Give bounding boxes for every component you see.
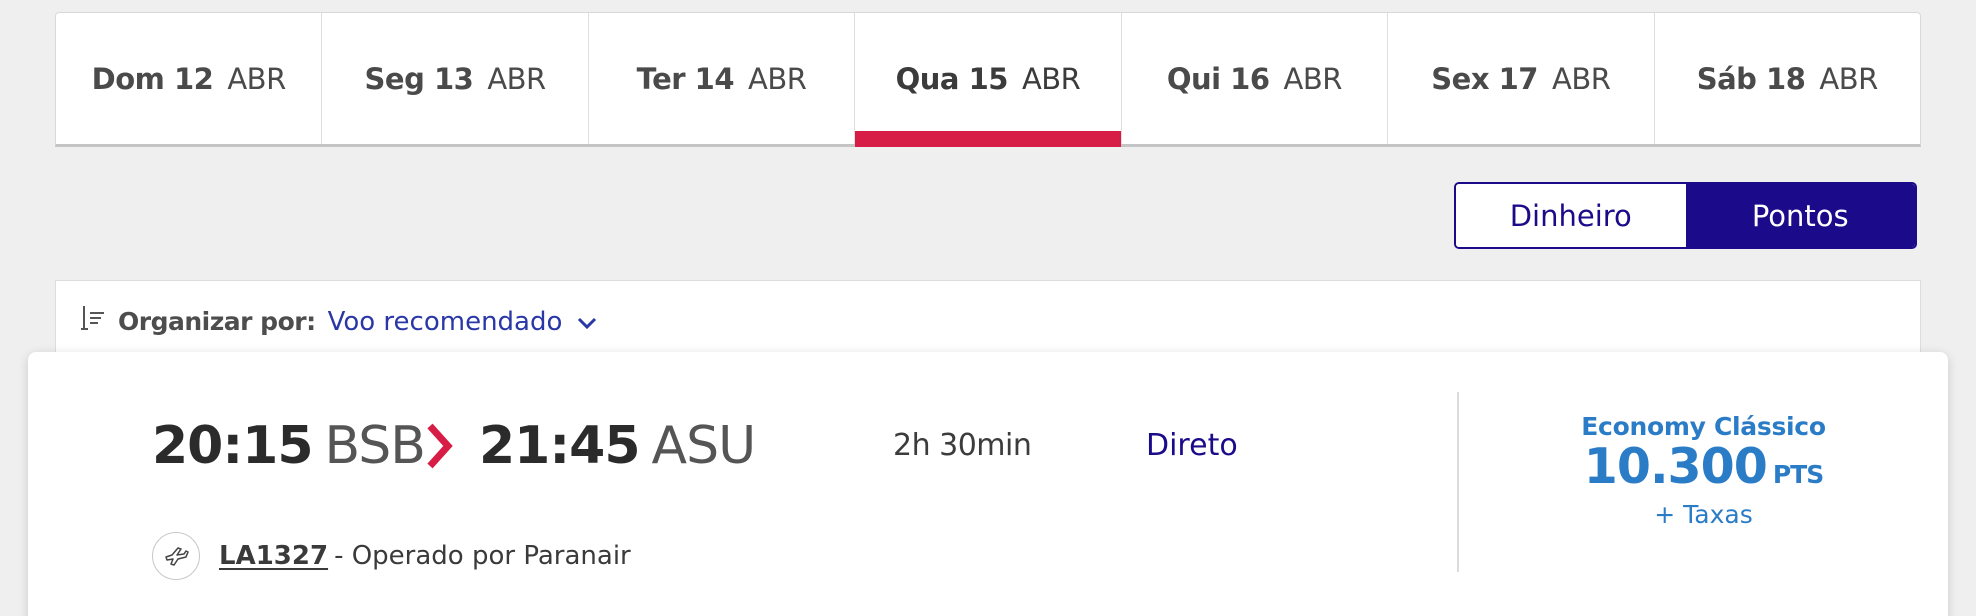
currency-toggle: Dinheiro Pontos [1454, 182, 1917, 249]
flight-card[interactable]: 20:15 BSB 21:45 ASU 2h 30min Direto LA1327… [28, 352, 1948, 616]
points-toggle-button[interactable]: Pontos [1685, 184, 1915, 247]
date-tab-day: Ter 14 [636, 61, 735, 96]
fare-price: 10.300 PTS [1459, 441, 1948, 501]
sort-label: Organizar por: [118, 307, 316, 336]
stops-info[interactable]: Direto [1146, 428, 1238, 463]
fare-taxes: + Taxas [1654, 500, 1753, 529]
date-tab-day: Seg 13 [364, 61, 474, 96]
chevron-down-icon[interactable] [576, 312, 598, 334]
departure: 20:15 BSB [152, 416, 426, 476]
date-tab-ter-14[interactable]: Ter 14 ABR [589, 13, 856, 144]
date-tab-day: Sáb 18 [1696, 61, 1806, 96]
sort-dropdown[interactable]: Voo recomendado [328, 307, 563, 337]
date-tab-month: ABR [227, 61, 286, 96]
arrival-time: 21:45 [479, 416, 641, 476]
departure-time: 20:15 [152, 416, 314, 476]
operated-by: - Operado por Paranair [334, 541, 631, 571]
plane-icon [152, 532, 200, 580]
date-tab-qui-16[interactable]: Qui 16 ABR [1122, 13, 1389, 144]
date-tab-seg-13[interactable]: Seg 13 ABR [322, 13, 589, 144]
sort-lines-icon [81, 305, 104, 330]
flight-number-link[interactable]: LA1327 [219, 541, 328, 571]
fare-points-value: 10.300 [1583, 438, 1768, 495]
date-tab-sex-17[interactable]: Sex 17 ABR [1388, 13, 1655, 144]
date-tabs: Dom 12 ABR Seg 13 ABR Ter 14 ABR Qua 15 … [55, 12, 1921, 147]
fare-class: Economy Clássico [1581, 412, 1826, 441]
date-tab-month: ABR [487, 61, 546, 96]
date-tab-month: ABR [1551, 61, 1611, 96]
fare-option[interactable]: Economy Clássico 10.300 PTS + Taxas [1459, 412, 1948, 529]
date-tab-day: Sex 17 [1431, 61, 1538, 96]
date-tab-month: ABR [1819, 61, 1878, 96]
date-tab-sab-18[interactable]: Sáb 18 ABR [1655, 13, 1920, 144]
date-tab-day: Qua 15 [895, 61, 1009, 96]
money-toggle-button[interactable]: Dinheiro [1456, 184, 1686, 247]
chevron-right-icon [427, 423, 453, 469]
date-tab-day: Dom 12 [91, 61, 214, 96]
flight-info: LA1327 - Operado por Paranair [152, 532, 631, 580]
date-tab-month: ABR [1021, 61, 1081, 96]
sort-bar: Organizar por: Voo recomendado [55, 280, 1921, 362]
arrival: 21:45 ASU [479, 416, 757, 476]
date-tab-month: ABR [748, 61, 807, 96]
date-tab-day: Qui 16 [1166, 61, 1270, 96]
fare-points-unit: PTS [1772, 460, 1824, 489]
flight-duration: 2h 30min [893, 428, 1032, 463]
date-tab-dom-12[interactable]: Dom 12 ABR [56, 13, 323, 144]
departure-airport: BSB [324, 416, 426, 476]
arrival-airport: ASU [651, 416, 757, 476]
date-tab-qua-15-selected[interactable]: Qua 15 ABR [855, 13, 1122, 147]
date-tab-month: ABR [1283, 61, 1343, 96]
